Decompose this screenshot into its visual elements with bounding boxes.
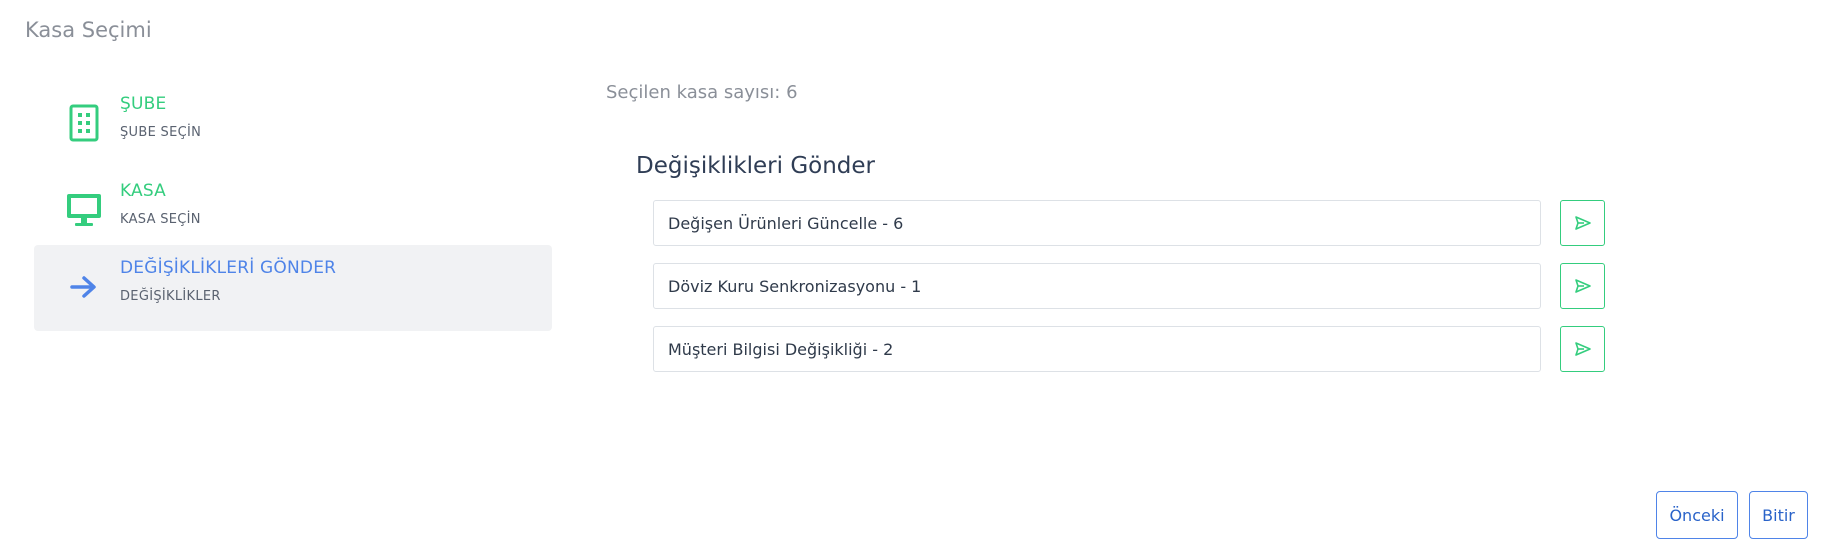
change-label: Müşteri Bilgisi Değişikliği - 2 <box>668 339 894 359</box>
send-icon <box>1574 342 1591 356</box>
step-subtitle: KASA SEÇİN <box>120 212 201 227</box>
monitor-icon <box>62 188 106 232</box>
change-label-box: Müşteri Bilgisi Değişikliği - 2 <box>653 326 1541 372</box>
send-button[interactable] <box>1560 263 1605 309</box>
step-subtitle: ŞUBE SEÇİN <box>120 125 202 140</box>
change-label: Değişen Ürünleri Güncelle - 6 <box>668 213 904 233</box>
send-icon <box>1574 216 1591 230</box>
previous-button[interactable]: Önceki <box>1656 491 1738 539</box>
arrow-right-icon <box>62 265 106 309</box>
change-row: Değişen Ürünleri Güncelle - 6 <box>653 200 1605 246</box>
send-button[interactable] <box>1560 326 1605 372</box>
send-button[interactable] <box>1560 200 1605 246</box>
kasa-selection-page: Kasa Seçimi ŞUBE ŞUBE SEÇİN KASA KASA SE… <box>0 0 1831 547</box>
section-title: Değişiklikleri Gönder <box>636 153 876 179</box>
building-icon <box>62 101 106 145</box>
step-sube[interactable]: ŞUBE ŞUBE SEÇİN <box>34 81 552 167</box>
page-title: Kasa Seçimi <box>25 18 152 42</box>
selected-kasa-count: Seçilen kasa sayısı: 6 <box>606 82 798 103</box>
change-row: Döviz Kuru Senkronizasyonu - 1 <box>653 263 1605 309</box>
step-title: KASA <box>120 181 167 201</box>
change-row: Müşteri Bilgisi Değişikliği - 2 <box>653 326 1605 372</box>
step-subtitle: DEĞİŞİKLİKLER <box>120 289 221 304</box>
step-degisiklikleri-gonder[interactable]: DEĞİŞİKLİKLERİ GÖNDER DEĞİŞİKLİKLER <box>34 245 552 331</box>
step-title: ŞUBE <box>120 94 167 114</box>
step-title: DEĞİŞİKLİKLERİ GÖNDER <box>120 258 337 278</box>
step-kasa[interactable]: KASA KASA SEÇİN <box>34 168 552 254</box>
send-icon <box>1574 279 1591 293</box>
finish-button[interactable]: Bitir <box>1749 491 1808 539</box>
change-label: Döviz Kuru Senkronizasyonu - 1 <box>668 276 922 296</box>
change-label-box: Döviz Kuru Senkronizasyonu - 1 <box>653 263 1541 309</box>
change-label-box: Değişen Ürünleri Güncelle - 6 <box>653 200 1541 246</box>
